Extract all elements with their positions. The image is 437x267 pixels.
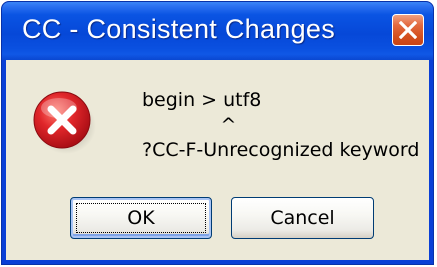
close-button[interactable] [392, 14, 424, 46]
ok-button[interactable]: OK [70, 197, 212, 239]
error-message: begin > utf8 ^ ?CC-F-Unrecognized keywor… [142, 88, 419, 163]
message-line: ?CC-F-Unrecognized keyword [142, 139, 420, 161]
focus-ring [76, 203, 206, 233]
title-bar[interactable]: CC - Consistent Changes [2, 2, 433, 60]
message-caret-line: ^ [142, 114, 237, 136]
dialog-title: CC - Consistent Changes [22, 14, 336, 44]
close-icon [399, 21, 417, 39]
cancel-button-label: Cancel [270, 207, 335, 229]
dialog-body: begin > utf8 ^ ?CC-F-Unrecognized keywor… [6, 60, 429, 260]
dialog-window: CC - Consistent Changes begin > utf8 ^ ?… [1, 1, 434, 265]
cancel-button[interactable]: Cancel [231, 197, 374, 239]
error-icon [33, 91, 96, 154]
message-line: begin > utf8 [142, 89, 262, 111]
